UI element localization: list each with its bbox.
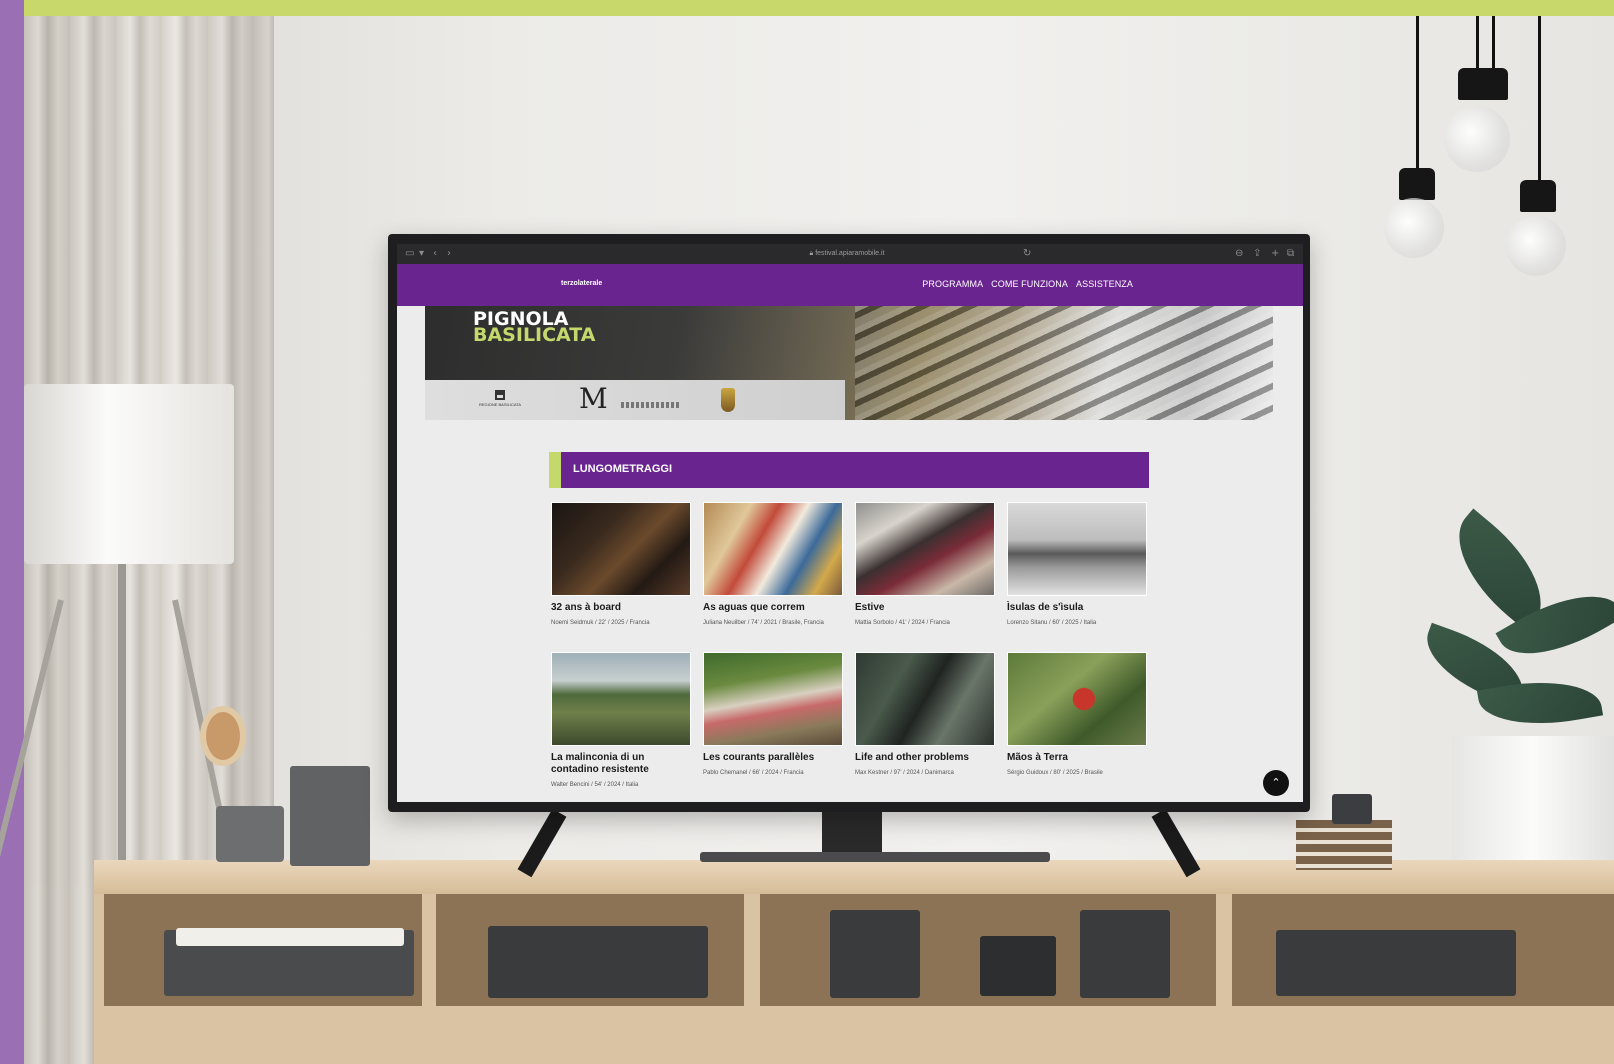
- film-thumbnail[interactable]: [703, 652, 843, 746]
- film-meta: Walter Bencini / 54' / 2024 / Italia: [551, 782, 639, 788]
- site-header: terzolaterale PROGRAMMA COME FUNZIONA AS…: [397, 264, 1303, 306]
- sidebar-icon[interactable]: ▭: [405, 248, 414, 260]
- film-meta: Noemi Seidmuk / 22' / 2025 / Francia: [551, 620, 650, 626]
- nav-assistenza[interactable]: ASSISTENZA: [1076, 279, 1133, 289]
- film-thumbnail[interactable]: [855, 652, 995, 746]
- url-field[interactable]: 🔒︎ festival.apiaramobile.it: [727, 247, 967, 261]
- soundbar: [1276, 930, 1516, 996]
- hero-banner: PIGNOLA BASILICATA REGIONE BASILICATA M: [425, 306, 1273, 420]
- region-logo-text: REGIONE BASILICATA: [478, 402, 522, 407]
- section-heading: LUNGOMETRAGGI: [549, 452, 1149, 488]
- film-card[interactable]: Estive Mattia Sorbolo / 41' / 2024 / Fra…: [855, 502, 995, 627]
- ml-logo-text: [621, 402, 681, 408]
- tv-base: [700, 852, 1050, 862]
- film-title[interactable]: 32 ans à board: [551, 602, 691, 614]
- forward-icon[interactable]: ›: [447, 248, 451, 260]
- reload-icon[interactable]: ↻: [1023, 248, 1031, 260]
- film-card[interactable]: Les courants parallèles Pablo Chemanel /…: [703, 652, 843, 777]
- region-logo: REGIONE BASILICATA: [473, 390, 527, 412]
- pendant-bulb: [1384, 198, 1444, 258]
- floor-lamp-shade: [24, 384, 234, 564]
- pendant-cord: [1492, 16, 1495, 76]
- film-title[interactable]: Estive: [855, 602, 995, 614]
- main-nav: PROGRAMMA COME FUNZIONA ASSISTENZA: [922, 279, 1133, 289]
- download-icon[interactable]: ⊖: [1235, 248, 1243, 260]
- round-mirror: [200, 706, 246, 766]
- pendant-socket: [1520, 180, 1556, 212]
- film-thumbnail[interactable]: [1007, 502, 1147, 596]
- film-meta: Mattia Sorbolo / 41' / 2024 / Francia: [855, 620, 950, 626]
- film-card[interactable]: La malinconia di un contadino resistente…: [551, 652, 691, 789]
- back-to-top-button[interactable]: ⌃: [1263, 770, 1289, 796]
- tv-screen: ▭ ▾ ‹ › 🔒︎ festival.apiaramobile.it ↻ ⊖ …: [397, 244, 1303, 802]
- film-meta: Sérgio Guidoux / 80' / 2025 / Brasile: [1007, 770, 1103, 776]
- speaker: [830, 910, 920, 998]
- section-title: LUNGOMETRAGGI: [573, 463, 672, 475]
- pendant-socket: [1399, 168, 1435, 200]
- film-meta: Pablo Chemanel / 66' / 2024 / Francia: [703, 770, 804, 776]
- pendant-socket: [1458, 68, 1508, 100]
- green-frame-top: [0, 0, 1614, 16]
- film-title[interactable]: Mãos à Terra: [1007, 752, 1147, 764]
- camera: [980, 936, 1056, 996]
- film-thumbnail[interactable]: [1007, 652, 1147, 746]
- share-icon[interactable]: ⇪: [1253, 248, 1261, 260]
- film-title[interactable]: As aguas que correm: [703, 602, 843, 614]
- film-card[interactable]: Mãos à Terra Sérgio Guidoux / 80' / 2025…: [1007, 652, 1147, 777]
- decor-box: [290, 766, 370, 866]
- chevron-down-icon[interactable]: ▾: [419, 248, 424, 260]
- site-logo[interactable]: terzolaterale: [561, 280, 602, 287]
- tv-neck: [822, 806, 882, 852]
- film-thumbnail[interactable]: [855, 502, 995, 596]
- film-title[interactable]: La malinconia di un contadino resistente: [551, 752, 691, 776]
- lamp-pole: [118, 560, 126, 860]
- jar: [1332, 794, 1372, 824]
- film-title[interactable]: Les courants parallèles: [703, 752, 843, 764]
- hero-title-line2: BASILICATA: [473, 324, 596, 346]
- pencil-cup: [216, 806, 284, 862]
- film-card[interactable]: Life and other problems Max Kestner / 97…: [855, 652, 995, 777]
- film-meta: Lorenzo Sitanu / 60' / 2025 / Italia: [1007, 620, 1097, 626]
- film-thumbnail[interactable]: [551, 502, 691, 596]
- ml-logo: M: [579, 382, 608, 415]
- film-thumbnail[interactable]: [703, 502, 843, 596]
- tabs-icon[interactable]: ⧉: [1287, 248, 1294, 260]
- hero-mountain-image: [855, 306, 1273, 420]
- film-title[interactable]: Ìsulas de s'ìsula: [1007, 602, 1147, 614]
- film-title[interactable]: Life and other problems: [855, 752, 995, 764]
- pendant-cord: [1416, 16, 1419, 184]
- pendant-bulb: [1444, 106, 1510, 172]
- film-thumbnail[interactable]: [551, 652, 691, 746]
- url-text: festival.apiaramobile.it: [815, 250, 885, 257]
- new-tab-icon[interactable]: +: [1271, 248, 1279, 260]
- nav-programma[interactable]: PROGRAMMA: [922, 279, 983, 289]
- pendant-cord: [1538, 16, 1541, 186]
- municipal-crest-icon: [721, 388, 735, 412]
- region-logo-icon: [495, 390, 505, 400]
- back-icon[interactable]: ‹: [433, 248, 437, 260]
- chevron-up-icon: ⌃: [1271, 776, 1281, 789]
- cabinet-books: [176, 928, 404, 946]
- film-meta: Juliana Neuilber / 74' / 2021 / Brasile,…: [703, 620, 824, 626]
- nav-come-funziona[interactable]: COME FUNZIONA: [991, 279, 1068, 289]
- game-console: [488, 926, 708, 998]
- plant-pot: [1452, 736, 1614, 868]
- stacked-books: [1296, 820, 1392, 870]
- film-card[interactable]: 32 ans à board Noemi Seidmuk / 22' / 202…: [551, 502, 691, 627]
- speaker: [1080, 910, 1170, 998]
- film-card[interactable]: Ìsulas de s'ìsula Lorenzo Sitanu / 60' /…: [1007, 502, 1147, 627]
- purple-frame-left: [0, 0, 24, 1064]
- film-meta: Max Kestner / 97' / 2024 / Danimarca: [855, 770, 954, 776]
- browser-toolbar: ▭ ▾ ‹ › 🔒︎ festival.apiaramobile.it ↻ ⊖ …: [397, 244, 1303, 264]
- pendant-bulb: [1506, 216, 1566, 276]
- film-card[interactable]: As aguas que correm Juliana Neuilber / 7…: [703, 502, 843, 627]
